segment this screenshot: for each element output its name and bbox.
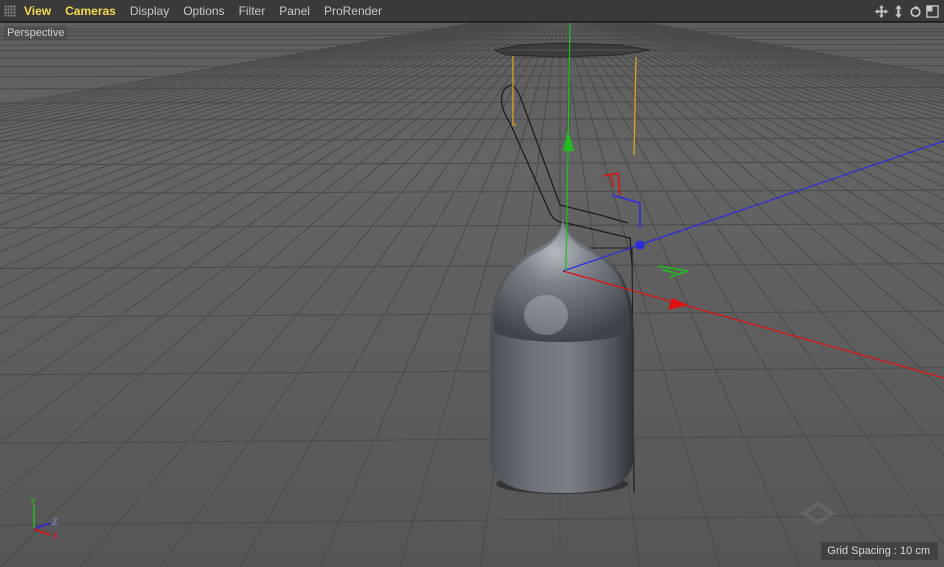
world-y-label: Y [30, 496, 36, 506]
world-x-label: X [52, 531, 58, 541]
scene-canvas[interactable] [0, 23, 944, 567]
menu-display[interactable]: Display [130, 4, 169, 18]
menu-view[interactable]: View [24, 4, 51, 18]
panel-grip-icon[interactable] [4, 5, 16, 17]
rotate-view-icon[interactable] [908, 4, 923, 19]
bottle-specular [524, 295, 568, 335]
viewport-window: View Cameras Display Options Filter Pane… [0, 0, 944, 567]
menu-options[interactable]: Options [183, 4, 224, 18]
view-navigation-icons [874, 3, 940, 19]
move-view-icon[interactable] [874, 4, 889, 19]
z-axis-handle[interactable] [635, 240, 645, 250]
menu-prorender[interactable]: ProRender [324, 4, 382, 18]
world-z-label: Z [52, 517, 58, 527]
menu-cameras[interactable]: Cameras [65, 4, 116, 18]
toggle-views-icon[interactable] [925, 4, 940, 19]
world-z-axis [33, 522, 51, 530]
world-x-axis [33, 528, 51, 536]
3d-viewport[interactable]: Perspective Y Z X Grid Spacing : 10 cm [0, 23, 944, 567]
grid-spacing-readout: Grid Spacing : 10 cm [821, 542, 938, 560]
menu-filter[interactable]: Filter [239, 4, 266, 18]
zoom-view-icon[interactable] [891, 4, 906, 19]
menu-items: View Cameras Display Options Filter Pane… [24, 0, 396, 22]
camera-label[interactable]: Perspective [4, 26, 68, 40]
menu-panel[interactable]: Panel [279, 4, 310, 18]
world-axis-indicator: Y Z X [24, 495, 70, 541]
floor-background [0, 23, 944, 567]
viewport-menubar: View Cameras Display Options Filter Pane… [0, 0, 944, 22]
